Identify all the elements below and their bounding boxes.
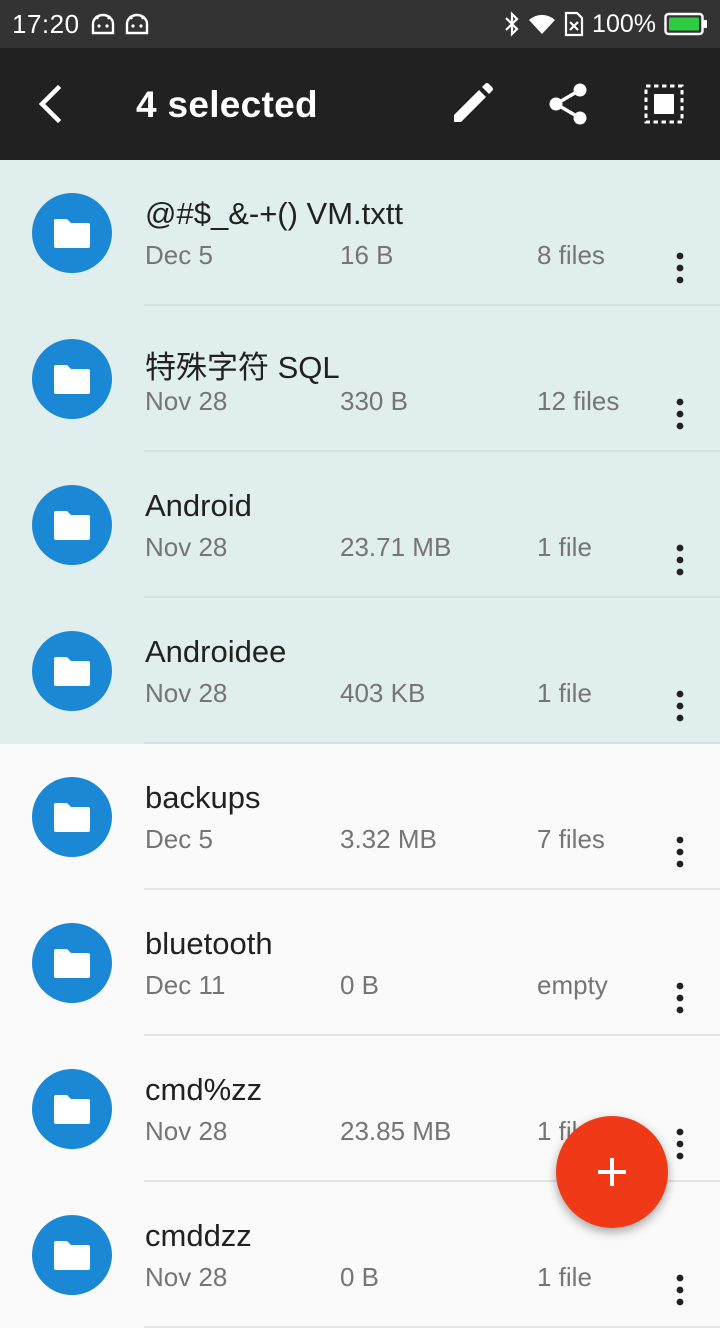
file-size: 23.85 MB bbox=[340, 1116, 452, 1146]
file-date: Nov 28 bbox=[145, 386, 228, 416]
file-name: cmd%zz bbox=[145, 1072, 263, 1107]
notification-icons bbox=[90, 13, 150, 35]
file-row[interactable]: Android Nov 28 23.71 MB 1 file bbox=[0, 452, 720, 598]
more-vert-icon[interactable] bbox=[664, 974, 696, 1022]
file-count: empty bbox=[537, 970, 608, 1000]
folder-icon bbox=[32, 631, 112, 711]
file-row[interactable]: bluetooth Dec 11 0 B empty bbox=[0, 890, 720, 1036]
more-vert-icon[interactable] bbox=[664, 1120, 696, 1168]
more-vert-icon[interactable] bbox=[664, 1266, 696, 1314]
action-bar: 4 selected bbox=[0, 48, 720, 160]
file-count: 1 file bbox=[537, 678, 592, 708]
folder-glyph-icon bbox=[54, 365, 90, 394]
folder-icon bbox=[32, 485, 112, 565]
folder-icon bbox=[32, 1069, 112, 1149]
file-row[interactable]: @#$_&-+() VM.txtt Dec 5 16 B 8 files bbox=[0, 160, 720, 306]
file-count: 1 file bbox=[537, 532, 592, 562]
folder-glyph-icon bbox=[54, 803, 90, 832]
folder-icon bbox=[32, 923, 112, 1003]
select-all-icon[interactable] bbox=[640, 80, 688, 128]
folder-glyph-icon bbox=[54, 511, 90, 540]
folder-glyph-icon bbox=[54, 219, 90, 248]
more-vert-icon[interactable] bbox=[664, 390, 696, 438]
folder-glyph-icon bbox=[54, 1095, 90, 1124]
more-vert-icon[interactable] bbox=[664, 828, 696, 876]
back-icon[interactable] bbox=[26, 80, 74, 128]
edit-icon[interactable] bbox=[448, 80, 496, 128]
file-name: Androidee bbox=[145, 634, 287, 669]
file-date: Nov 28 bbox=[145, 678, 228, 708]
file-date: Dec 11 bbox=[145, 970, 226, 1000]
status-bar: 17:20 100% bbox=[0, 0, 720, 48]
folder-icon bbox=[32, 193, 112, 273]
file-count: 7 files bbox=[537, 824, 605, 854]
selection-count-title: 4 selected bbox=[136, 84, 318, 125]
share-icon[interactable] bbox=[544, 80, 592, 128]
file-size: 0 B bbox=[340, 1262, 380, 1292]
battery-icon bbox=[664, 12, 707, 36]
android-debug-icon bbox=[125, 13, 148, 35]
system-icons: 100% bbox=[504, 10, 708, 39]
add-fab[interactable] bbox=[556, 1116, 668, 1228]
file-date: Dec 5 bbox=[145, 240, 213, 270]
more-vert-icon[interactable] bbox=[664, 244, 696, 292]
folder-icon bbox=[32, 777, 112, 857]
file-date: Nov 28 bbox=[145, 532, 228, 562]
folder-glyph-icon bbox=[54, 949, 90, 978]
file-row[interactable]: Androidee Nov 28 403 KB 1 file bbox=[0, 598, 720, 744]
file-size: 23.71 MB bbox=[340, 532, 452, 562]
file-name: backups bbox=[145, 780, 261, 815]
file-size: 330 B bbox=[340, 386, 408, 416]
file-name: Android bbox=[145, 488, 252, 523]
file-name: 特殊字符 SQL bbox=[145, 350, 340, 385]
folder-glyph-icon bbox=[54, 657, 90, 686]
file-date: Nov 28 bbox=[145, 1116, 228, 1146]
android-debug-icon bbox=[91, 13, 114, 35]
more-vert-icon[interactable] bbox=[664, 682, 696, 730]
status-time: 17:20 bbox=[12, 8, 80, 39]
file-date: Dec 5 bbox=[145, 824, 213, 854]
file-row[interactable]: 特殊字符 SQL Nov 28 330 B 12 files bbox=[0, 306, 720, 452]
folder-icon bbox=[32, 1215, 112, 1295]
folder-icon bbox=[32, 339, 112, 419]
wifi-icon bbox=[529, 14, 556, 34]
file-size: 0 B bbox=[340, 970, 380, 1000]
file-date: Nov 28 bbox=[145, 1262, 228, 1292]
sim-off-icon bbox=[564, 11, 584, 37]
file-count: 1 file bbox=[537, 1262, 592, 1292]
file-name: cmddzz bbox=[145, 1218, 252, 1253]
file-row[interactable]: backups Dec 5 3.32 MB 7 files bbox=[0, 744, 720, 890]
more-vert-icon[interactable] bbox=[664, 536, 696, 584]
file-name: bluetooth bbox=[145, 926, 273, 961]
file-name: @#$_&-+() VM.txtt bbox=[145, 196, 404, 231]
battery-percent: 100% bbox=[592, 9, 656, 38]
file-size: 3.32 MB bbox=[340, 824, 437, 854]
add-icon bbox=[598, 1158, 626, 1186]
bluetooth-icon bbox=[505, 11, 519, 37]
folder-glyph-icon bbox=[54, 1241, 90, 1270]
file-count: 8 files bbox=[537, 240, 605, 270]
file-size: 16 B bbox=[340, 240, 394, 270]
file-size: 403 KB bbox=[340, 678, 426, 708]
file-count: 12 files bbox=[537, 386, 620, 416]
